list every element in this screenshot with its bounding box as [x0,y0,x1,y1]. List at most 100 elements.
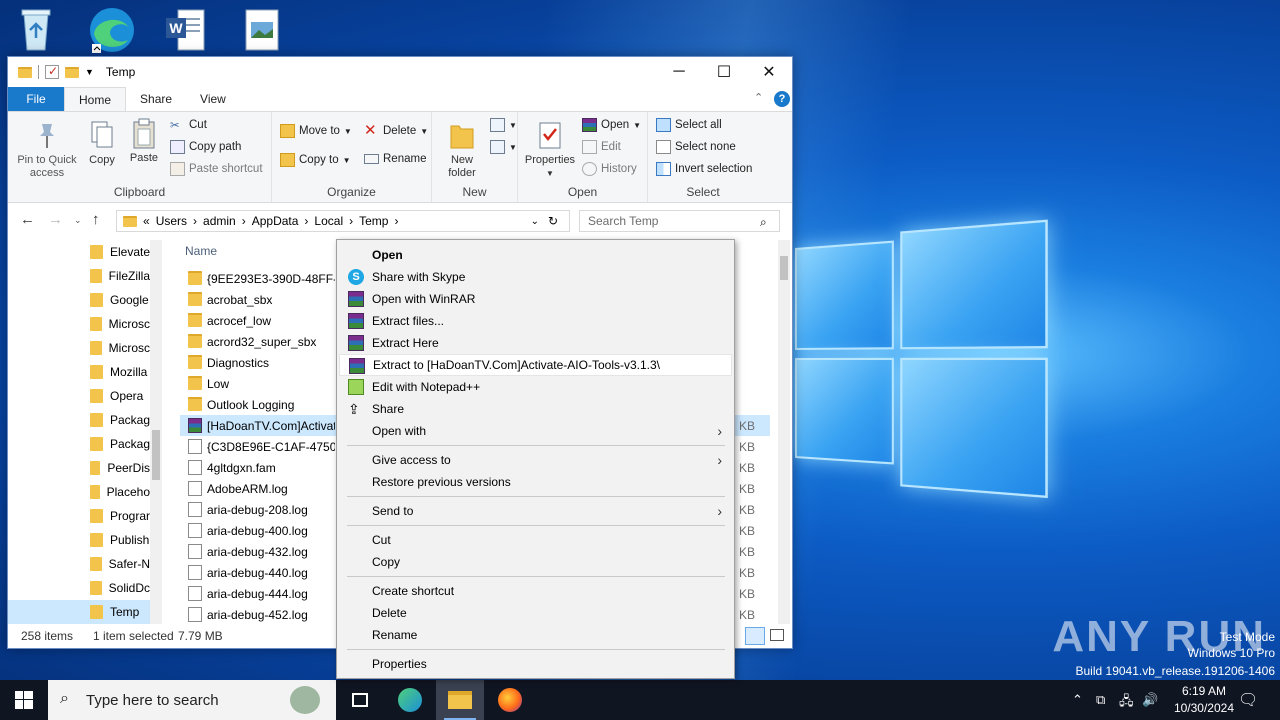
start-button[interactable] [0,680,48,720]
search-icon[interactable]: ⌕ [760,215,767,230]
file-list-scrollbar[interactable] [778,240,790,624]
nav-item[interactable]: Mozilla [8,360,150,384]
menu-item-share-skype[interactable]: S Share with Skype [339,266,732,288]
copy-path-button[interactable]: Copy path [170,140,241,154]
maximize-button[interactable]: ☐ [701,57,747,87]
tray-app-icon[interactable]: ⧉ [1096,692,1105,708]
address-dropdown-icon[interactable]: ⌄ [531,216,539,227]
taskbar-edge-button[interactable] [386,680,434,720]
menu-item-extract-to[interactable]: Extract to [HaDoanTV.Com]Activate-AIO-To… [339,354,732,376]
move-to-button[interactable]: Move to ▼ [280,124,352,138]
menu-item-open-winrar[interactable]: Open with WinRAR [339,288,732,310]
nav-item[interactable]: FileZilla [8,264,150,288]
nav-item-temp[interactable]: Temp [8,600,150,624]
menu-item-restore-versions[interactable]: Restore previous versions [339,471,732,493]
menu-item-send-to[interactable]: Send to › [339,500,732,522]
details-view-icon[interactable] [745,627,765,645]
menu-item-create-shortcut[interactable]: Create shortcut [339,580,732,602]
breadcrumb-appdata[interactable]: AppData [252,214,299,228]
new-item-button[interactable]: ▼ [490,118,517,132]
menu-item-copy[interactable]: Copy [339,551,732,573]
recycle-bin-icon[interactable] [16,6,60,54]
properties-checkmark-icon[interactable]: ✓ [45,64,59,79]
nav-item[interactable]: PeerDis [8,456,150,480]
invert-selection-button[interactable]: Invert selection [656,162,752,176]
menu-item-extract-here[interactable]: Extract Here [339,332,732,354]
nav-item[interactable]: SolidDc [8,576,150,600]
task-view-button[interactable] [336,680,384,720]
menu-item-share[interactable]: ⇪ Share [339,398,732,420]
menu-item-open[interactable]: Open [339,244,732,266]
nav-item[interactable]: Packag [8,432,150,456]
tab-share[interactable]: Share [126,87,186,111]
address-bar[interactable]: « Users › admin › AppData › Local › Temp… [116,210,570,232]
file-scroll-thumb[interactable] [780,256,788,280]
taskbar-file-explorer-button[interactable] [436,680,484,720]
pin-to-quick-access-button[interactable]: Pin to Quick access [14,120,80,180]
new-folder-button[interactable]: New folder [440,120,484,180]
tab-file[interactable]: File [8,87,64,111]
select-none-button[interactable]: Select none [656,140,736,154]
history-button[interactable]: History [582,162,637,176]
nav-item[interactable]: Microsc [8,336,150,360]
menu-item-open-with[interactable]: Open with › [339,420,732,442]
search-input[interactable]: Search Temp [579,210,780,232]
back-arrow-icon[interactable]: ← [20,211,35,228]
menu-item-properties[interactable]: Properties [339,653,732,675]
nav-item[interactable]: Opera [8,384,150,408]
recent-locations-icon[interactable]: ⌄ [74,215,82,226]
notification-center-icon[interactable]: 🗨 [1238,690,1258,710]
nav-item[interactable]: Elevate [8,240,150,264]
menu-item-edit-notepad[interactable]: Edit with Notepad++ [339,376,732,398]
tab-home[interactable]: Home [64,87,127,111]
help-icon[interactable]: ? [774,91,790,107]
nav-item[interactable]: Microsc [8,312,150,336]
edit-button[interactable]: Edit [582,140,621,154]
breadcrumb-temp[interactable]: Temp [359,214,388,228]
nav-item[interactable]: Placeho [8,480,150,504]
system-clock[interactable]: 6:19 AM 10/30/2024 [1174,683,1234,717]
forward-arrow-icon[interactable]: → [48,211,63,228]
menu-item-delete[interactable]: Delete [339,602,732,624]
edge-icon[interactable] [88,6,134,54]
copy-button[interactable]: Copy [86,120,118,167]
new-folder-quick-icon[interactable] [65,66,79,78]
word-document-icon[interactable]: W [164,8,208,56]
cut-button[interactable]: ✂ Cut [170,118,207,132]
collapse-ribbon-icon[interactable]: ⌃ [754,91,763,104]
network-icon[interactable]: 🖧 [1119,692,1134,714]
nav-item[interactable]: Safer-N [8,552,150,576]
taskbar-search-box[interactable]: ⌕ Type here to search [48,680,336,720]
menu-item-rename[interactable]: Rename [339,624,732,646]
customize-quick-access-icon[interactable]: ▼ [85,67,94,77]
open-button[interactable]: Open ▼ [582,118,641,132]
minimize-button[interactable]: ─ [656,57,702,87]
image-file-icon[interactable] [242,8,286,56]
properties-button[interactable]: Properties ▼ [522,120,578,180]
breadcrumb-admin[interactable]: admin [203,214,236,228]
menu-item-extract-files[interactable]: Extract files... [339,310,732,332]
breadcrumb-local[interactable]: Local [314,214,343,228]
nav-pane-scrollbar[interactable] [150,240,162,624]
breadcrumb-overflow[interactable]: « [143,214,150,228]
easy-access-button[interactable]: ▼ [490,140,517,154]
select-all-button[interactable]: Select all [656,118,722,132]
close-button[interactable]: ✕ [746,57,792,87]
show-hidden-icons-chevron[interactable]: ⌃ [1072,692,1083,708]
paste-button[interactable]: Paste [126,118,162,165]
delete-button[interactable]: ✕ Delete ▼ [364,123,428,138]
up-arrow-icon[interactable]: ↑ [92,211,100,228]
paste-shortcut-button[interactable]: Paste shortcut [170,162,263,176]
taskbar-firefox-button[interactable] [486,680,534,720]
nav-item[interactable]: Google [8,288,150,312]
nav-item[interactable]: Packag [8,408,150,432]
menu-item-cut[interactable]: Cut [339,529,732,551]
rename-button[interactable]: Rename [364,153,426,165]
tab-view[interactable]: View [186,87,240,111]
nav-scroll-thumb[interactable] [152,430,160,480]
nav-item[interactable]: Publish [8,528,150,552]
copy-to-button[interactable]: Copy to ▼ [280,153,351,167]
volume-icon[interactable]: 🔊 [1142,692,1158,708]
menu-item-give-access[interactable]: Give access to › [339,449,732,471]
refresh-icon[interactable]: ↻ [548,214,558,228]
